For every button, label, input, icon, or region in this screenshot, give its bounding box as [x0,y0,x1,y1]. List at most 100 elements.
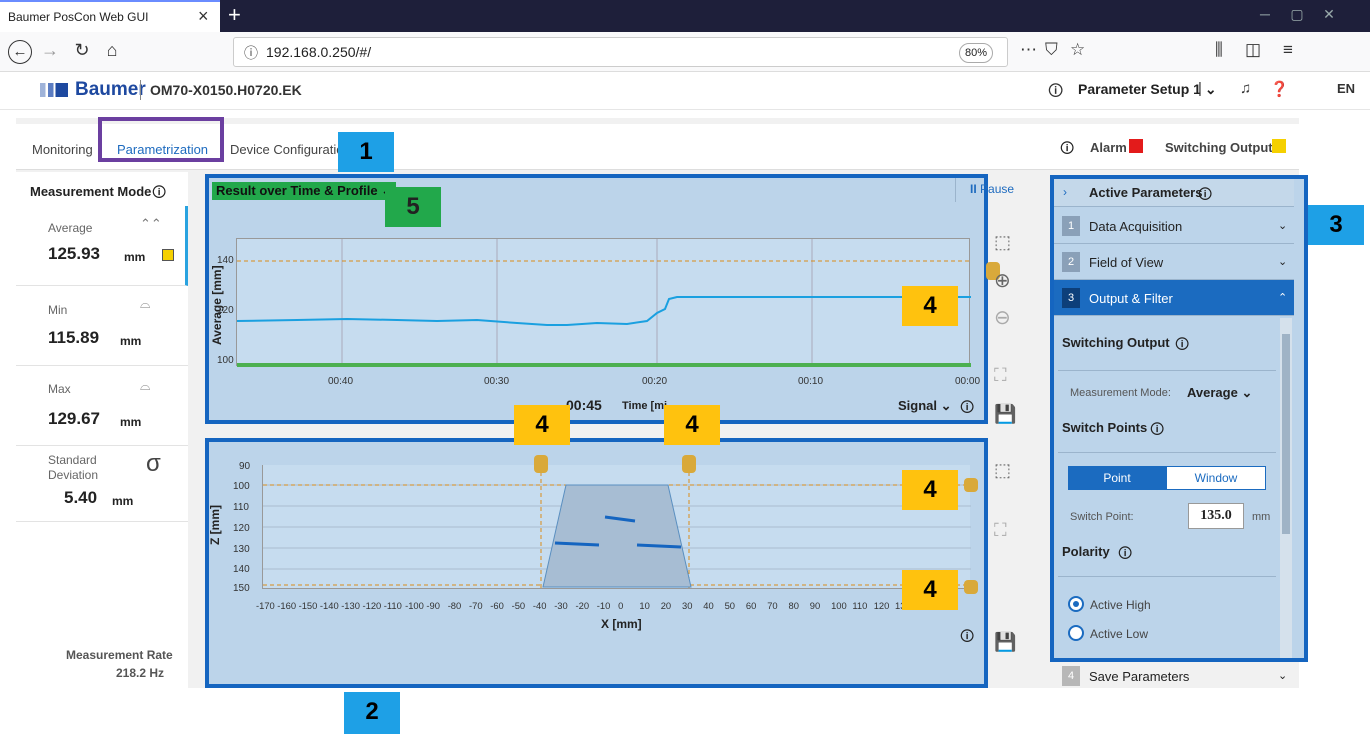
active-high-radio[interactable] [1068,596,1084,612]
chevron-down-icon: ⌄ [1278,256,1288,268]
card-max[interactable] [16,366,188,446]
info-icon[interactable]: 🛈 [1060,138,1074,162]
tab-device-configuration[interactable]: Device Configuratio [230,142,343,157]
zoom-out-icon[interactable]: ⊖ [994,305,1011,330]
url-bar[interactable]: ⓘ 192.168.0.250/#/ 80% [233,37,1008,67]
threshold-top-handle[interactable] [964,478,978,492]
x-tick: 10 [639,600,650,611]
x-tick: 00:20 [642,376,668,387]
menu-icon[interactable]: ≡ [1283,40,1293,60]
info-icon[interactable]: 🛈 [152,182,166,206]
info-icon[interactable]: 🛈 [1048,81,1063,106]
maximize-icon[interactable]: ▢ [1282,6,1312,23]
select-zoom-icon[interactable]: ⬚ [994,232,1011,253]
tab-close-icon[interactable]: × [198,6,209,27]
x-axis-label: X [mm] [601,617,642,631]
zoom-level[interactable]: 80% [959,43,993,63]
home-icon[interactable]: ⌂ [100,40,124,61]
switch-point-input[interactable]: 135.0 [1188,503,1244,529]
divider [1058,370,1276,371]
section-label: Data Acquisition [1089,219,1183,234]
x-tick: -160 [277,600,297,611]
measurement-mode-label: Measurement Mode: [1070,387,1171,399]
active-low-radio[interactable] [1068,625,1084,641]
new-tab-button[interactable]: + [228,2,241,28]
save-icon[interactable]: 💾 [994,632,1016,653]
card-min[interactable] [16,286,188,366]
info-icon[interactable]: 🛈 [1150,419,1164,443]
pause-label: Pause [980,182,1015,196]
support-icon[interactable]: ♫ [1240,80,1251,97]
pause-button[interactable]: II Pause [970,182,1014,196]
switch-points-title: Switch Points [1062,420,1148,435]
point-toggle[interactable]: Point [1068,466,1166,490]
forward-icon[interactable]: → [38,40,62,61]
fit-view-icon[interactable]: ⛶ [994,520,1007,541]
z-tick: 140 [233,564,250,575]
window-left-handle[interactable] [534,455,548,473]
switching-output-label: Switching Output [1165,140,1273,155]
scrollbar-thumb[interactable] [1282,334,1290,534]
info-icon[interactable]: 🛈 [960,626,974,650]
annotation-badge: 4 [902,570,958,610]
threshold-bottom-handle[interactable] [964,580,978,594]
signal-dropdown[interactable]: Signal ⌄ [898,398,952,414]
save-icon[interactable]: 💾 [994,404,1016,425]
more-icon[interactable]: ⋯ [1020,40,1037,60]
expand-icon[interactable]: › [1063,185,1067,199]
chart-mode-dropdown[interactable]: Result over Time & Profile ⌄ [212,182,397,200]
unit-label: mm [120,415,142,429]
measurement-mode-select[interactable]: Average ⌄ [1187,385,1252,401]
time-plot-area[interactable] [236,238,971,367]
zoom-in-icon[interactable]: ⊕ [994,268,1011,293]
window-toggle[interactable]: Window [1166,466,1266,490]
info-icon[interactable]: 🛈 [1198,184,1212,208]
max-icon: ⌓ [140,378,151,393]
y-tick: 120 [217,305,234,316]
time-window-input[interactable]: 00:45 [566,397,602,413]
x-tick: 80 [788,600,799,611]
language-selector[interactable]: EN [1337,81,1355,96]
help-icon[interactable]: ❓ [1270,80,1289,98]
section-number: 4 [1062,666,1080,686]
close-window-icon[interactable]: ✕ [1314,6,1344,23]
card-average[interactable] [16,206,188,286]
x-tick: -70 [469,600,483,611]
info-icon[interactable]: ⓘ [244,43,258,63]
baumer-logo [40,83,68,97]
fit-view-icon[interactable]: ⛶ [994,365,1007,386]
sigma-icon: σ [146,450,161,477]
x-tick: 0 [618,600,624,611]
library-icon[interactable]: ⫼ [1215,40,1223,60]
z-tick: 100 [233,481,250,492]
info-icon[interactable]: 🛈 [1175,334,1189,358]
annotation-badge: 4 [902,470,958,510]
x-tick: 30 [682,600,693,611]
tab-highlight-frame [98,117,224,162]
url-text[interactable]: 192.168.0.250/#/ [266,44,371,60]
x-tick: -120 [362,600,382,611]
switch-point-label: Switch Point: [1070,511,1134,523]
tab-monitoring[interactable]: Monitoring [32,142,93,157]
switch-indicator [162,249,174,261]
minimize-icon[interactable]: ─ [1250,6,1280,22]
back-icon[interactable]: ← [8,40,32,64]
pocket-icon[interactable]: ⛉ [1045,40,1058,60]
bookmark-star-icon[interactable]: ☆ [1070,40,1085,60]
divider: | [1198,80,1202,97]
annotation-badge: 3 [1308,205,1364,245]
info-icon[interactable]: 🛈 [960,397,974,421]
select-zoom-icon[interactable]: ⬚ [994,460,1011,481]
profile-plot-area[interactable] [262,465,971,589]
sidebar-icon[interactable]: ◫ [1245,40,1261,60]
x-tick: 00:10 [798,376,824,387]
chart-mode-label: Result over Time & Profile [216,183,378,198]
active-low-label: Active Low [1090,627,1149,641]
measurement-rate-label: Measurement Rate [66,648,173,662]
window-right-handle[interactable] [682,455,696,473]
info-icon[interactable]: 🛈 [1118,543,1132,567]
x-tick: -30 [554,600,568,611]
parameter-setup-dropdown[interactable]: Parameter Setup 1 ⌄ [1078,81,1217,98]
browser-tab[interactable]: Baumer PosCon Web GUI × [0,0,220,32]
reload-icon[interactable]: ↻ [70,40,94,61]
